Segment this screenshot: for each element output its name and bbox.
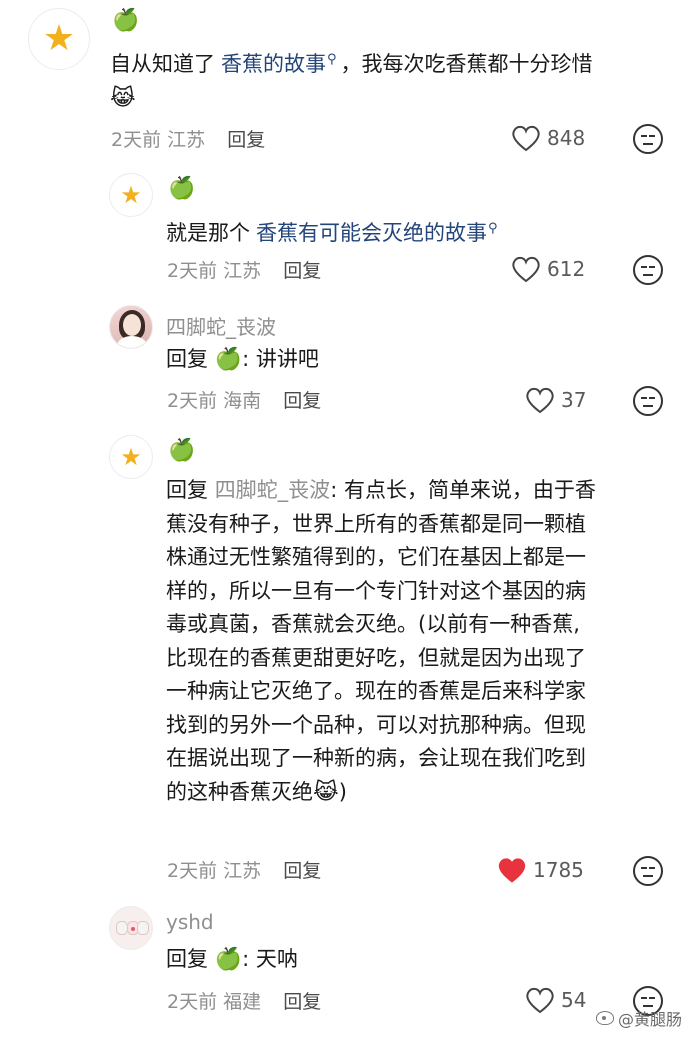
comment-text-part: ，我每次吃香蕉都十分珍惜 bbox=[340, 52, 593, 76]
reply-button[interactable]: 回复 bbox=[283, 860, 321, 882]
comment-text: 回复 🍏: 天呐 bbox=[166, 943, 666, 977]
timestamp: 2天前 bbox=[167, 860, 218, 882]
dislike-icon[interactable] bbox=[633, 255, 663, 285]
comment-text-part: : 天呐 bbox=[242, 947, 298, 971]
author-name[interactable]: 🍏 bbox=[112, 10, 139, 32]
like-button[interactable]: 1785 bbox=[497, 856, 584, 884]
star-icon: ★ bbox=[120, 443, 142, 471]
heart-outline-icon bbox=[526, 387, 554, 414]
location: 江苏 bbox=[167, 129, 206, 151]
avatar[interactable]: ★ bbox=[109, 435, 153, 479]
reply-prefix: 回复 bbox=[166, 947, 208, 971]
like-button[interactable]: 612 bbox=[511, 255, 585, 283]
timestamp: 2天前 bbox=[167, 390, 218, 412]
timestamp: 2天前 bbox=[167, 991, 218, 1013]
text-line: 毒或真菌，香蕉就会灭绝。(以前有一种香蕉, bbox=[166, 612, 580, 636]
comment-text-part: : 有点长，简单来说，由于香 bbox=[330, 478, 596, 502]
like-count: 54 bbox=[561, 988, 587, 1012]
comment-text: 就是那个 香蕉有可能会灭绝的故事⚲ bbox=[166, 212, 666, 251]
avatar[interactable] bbox=[109, 305, 153, 349]
text-line: 一种病让它灭绝了。现在的香蕉是后来科学家 bbox=[166, 679, 586, 703]
dislike-icon[interactable] bbox=[633, 124, 663, 154]
dislike-icon[interactable] bbox=[633, 386, 663, 416]
location: 福建 bbox=[223, 991, 262, 1013]
comment-text-part: 就是那个 bbox=[166, 221, 250, 245]
weibo-logo-icon bbox=[595, 1011, 614, 1025]
author-name[interactable]: 🍏 bbox=[168, 440, 195, 462]
heart-outline-icon bbox=[526, 987, 554, 1014]
laughing-cat-emoji: 😹 bbox=[313, 779, 339, 805]
comment-meta: 2天前 江苏 回复 bbox=[111, 125, 265, 152]
avatar[interactable]: ★ bbox=[109, 173, 153, 217]
star-icon: ★ bbox=[42, 18, 76, 59]
comment-text-part: : 讲讲吧 bbox=[242, 347, 319, 371]
author-name[interactable]: yshd bbox=[166, 910, 214, 934]
like-button[interactable]: 54 bbox=[525, 986, 586, 1014]
comment-meta: 2天前 江苏 回复 bbox=[167, 256, 321, 283]
like-count: 37 bbox=[561, 388, 587, 412]
comment-text-part: 的这种香蕉灭绝 bbox=[166, 779, 313, 804]
comment-text: 回复 四脚蛇_丧波: 有点长，简单来说，由于香 蕉没有种子，世界上所有的香蕉都是… bbox=[166, 474, 666, 809]
reply-button[interactable]: 回复 bbox=[283, 390, 321, 412]
heart-outline-icon bbox=[512, 125, 540, 152]
reply-prefix: 回复 bbox=[166, 478, 208, 502]
star-icon: ★ bbox=[120, 181, 142, 209]
timestamp: 2天前 bbox=[167, 260, 218, 282]
reply-target[interactable]: 🍏 bbox=[215, 947, 242, 972]
location: 海南 bbox=[223, 390, 262, 412]
comment-meta: 2天前 江苏 回复 bbox=[167, 856, 321, 883]
reply-button[interactable]: 回复 bbox=[227, 129, 265, 151]
comment-text: 回复 🍏: 讲讲吧 bbox=[166, 343, 666, 377]
avatar[interactable] bbox=[109, 906, 153, 950]
reply-target[interactable]: 四脚蛇_丧波 bbox=[215, 478, 331, 502]
search-icon: ⚲ bbox=[488, 221, 498, 236]
text-line: 的这种香蕉灭绝😹) bbox=[166, 776, 666, 810]
text-line: 蕉没有种子，世界上所有的香蕉都是同一颗植 bbox=[166, 511, 586, 536]
watermark-text: @黄腿肠 bbox=[617, 1010, 682, 1029]
laughing-cat-emoji: 😹 bbox=[110, 85, 136, 111]
weibo-watermark: @黄腿肠 bbox=[595, 1006, 682, 1030]
text-line: 在据说出现了一种新的病，会让现在我们吃到 bbox=[166, 746, 586, 770]
like-button[interactable]: 848 bbox=[511, 124, 585, 152]
topic-link[interactable]: 香蕉的故事 bbox=[221, 52, 326, 76]
heart-filled-icon bbox=[498, 858, 526, 883]
comment-meta: 2天前 海南 回复 bbox=[167, 386, 321, 413]
reply-prefix: 回复 bbox=[166, 347, 208, 371]
like-count: 848 bbox=[547, 126, 586, 150]
timestamp: 2天前 bbox=[111, 129, 162, 151]
heart-outline-icon bbox=[512, 256, 540, 283]
reply-target[interactable]: 🍏 bbox=[215, 347, 242, 372]
reply-button[interactable]: 回复 bbox=[283, 991, 321, 1013]
reply-button[interactable]: 回复 bbox=[283, 260, 321, 282]
location: 江苏 bbox=[223, 260, 262, 282]
author-name[interactable]: 🍏 bbox=[168, 178, 195, 200]
text-line: 比现在的香蕉更甜更好吃，但就是因为出现了 bbox=[166, 645, 586, 670]
location: 江苏 bbox=[223, 860, 262, 882]
comment-text: 自从知道了 香蕉的故事⚲ ，我每次吃香蕉都十分珍惜 😹 bbox=[110, 43, 680, 115]
text-line: 回复 四脚蛇_丧波: 有点长，简单来说，由于香 bbox=[166, 474, 666, 508]
like-button[interactable]: 37 bbox=[525, 386, 586, 414]
author-name[interactable]: 四脚蛇_丧波 bbox=[166, 311, 276, 340]
topic-link[interactable]: 香蕉有可能会灭绝的故事 bbox=[256, 221, 487, 245]
avatar[interactable]: ★ bbox=[28, 8, 90, 70]
text-line: 样的，所以一旦有一个专门针对这个基因的病 bbox=[166, 578, 586, 603]
like-count: 1785 bbox=[533, 858, 584, 882]
comment-meta: 2天前 福建 回复 bbox=[167, 987, 321, 1014]
text-line: 找到的另外一个品种，可以对抗那种病。但现 bbox=[166, 712, 586, 737]
text-line: 株通过无性繁殖得到的，它们在基因上都是一 bbox=[166, 545, 586, 569]
like-count: 612 bbox=[547, 257, 586, 281]
dislike-icon[interactable] bbox=[633, 856, 663, 886]
comment-text-part: 自从知道了 bbox=[110, 52, 215, 76]
search-icon: ⚲ bbox=[327, 52, 337, 67]
comment-text-part: ) bbox=[338, 779, 347, 804]
